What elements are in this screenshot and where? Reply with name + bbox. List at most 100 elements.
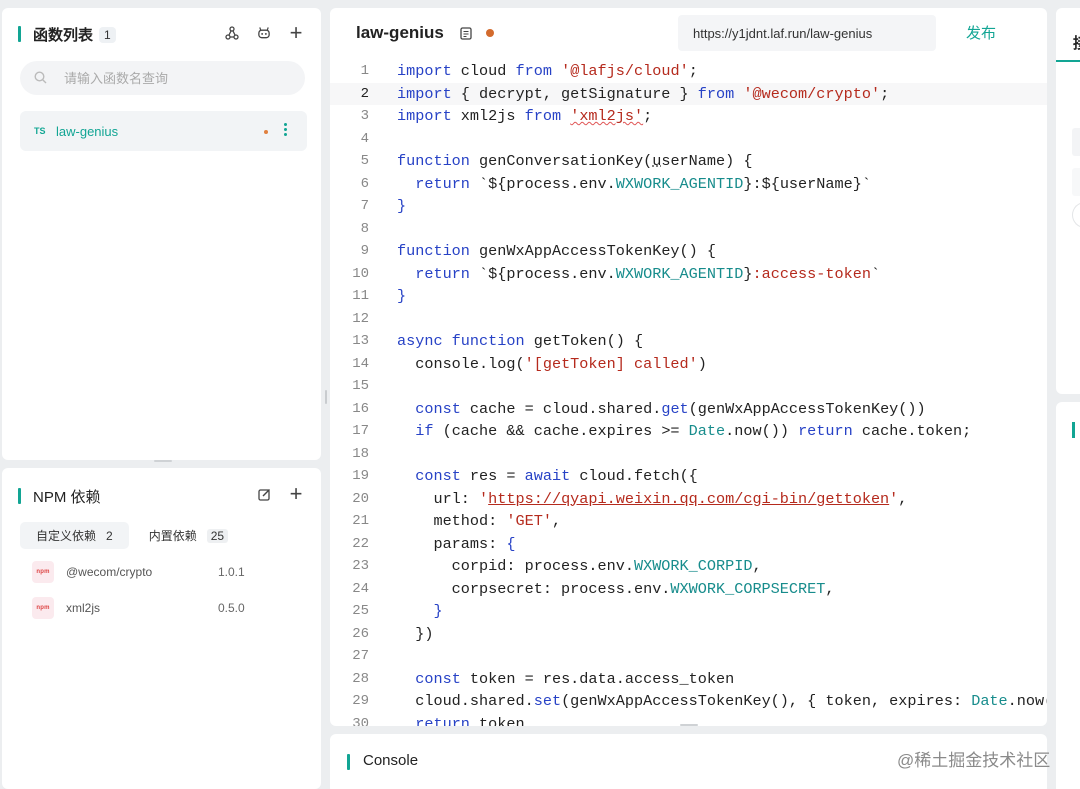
dependency-name: xml2js (66, 601, 100, 615)
code-line: import cloud from '@lafjs/cloud'; (397, 60, 698, 83)
section-accent (1072, 422, 1075, 438)
code-line: return `${process.env.WXWORK_AGENTID}:${… (397, 173, 871, 196)
publish-button[interactable]: 发布 (966, 22, 996, 43)
npm-toolbar: + (257, 485, 303, 503)
right-tab-label[interactable]: 接 (1073, 32, 1080, 53)
line-number: 12 (330, 308, 369, 331)
code-line: return `${process.env.WXWORK_AGENTID}:ac… (397, 263, 880, 286)
line-number: 10 (330, 263, 369, 286)
npm-tabs: 自定义依赖 2 内置依赖 25 (20, 522, 244, 549)
code-line: method: 'GET', (397, 510, 561, 533)
line-number: 20 (330, 488, 369, 511)
dependency-version: 0.5.0 (218, 601, 245, 615)
code-line: function genWxAppAccessTokenKey() { (397, 240, 716, 263)
code-line: import xml2js from 'xml2js'; (397, 105, 652, 128)
line-number: 27 (330, 645, 369, 668)
code-line: const res = await cloud.fetch({ (397, 465, 698, 488)
code-line: cloud.shared.set(genWxAppAccessTokenKey(… (397, 690, 1047, 713)
tab-count: 25 (207, 529, 228, 543)
line-number: 2 (330, 83, 369, 106)
line-number: 5 (330, 150, 369, 173)
line-number: 29 (330, 690, 369, 713)
code-line: if (cache && cache.expires >= Date.now()… (397, 420, 971, 443)
search-icon (34, 71, 48, 85)
file-title: law-genius (356, 23, 444, 43)
share-icon[interactable] (225, 24, 239, 42)
code-line: params: { (397, 533, 516, 556)
line-number: 16 (330, 398, 369, 421)
functions-toolbar: + (225, 24, 303, 42)
function-name: law-genius (56, 124, 118, 139)
function-search-input[interactable] (64, 71, 284, 86)
code-line: }) (397, 623, 433, 646)
dependency-row[interactable]: npm xml2js 0.5.0 (32, 595, 292, 621)
horizontal-resize-handle[interactable] (325, 390, 327, 404)
line-number: 28 (330, 668, 369, 691)
functions-count-badge: 1 (99, 27, 116, 43)
line-number: 14 (330, 353, 369, 376)
section-accent (347, 754, 350, 770)
add-dependency-plus-icon[interactable]: + (289, 485, 303, 503)
code-line: console.log('[getToken] called') (397, 353, 707, 376)
code-line: corpid: process.env.WXWORK_CORPID, (397, 555, 762, 578)
line-number: 4 (330, 128, 369, 151)
line-number: 8 (330, 218, 369, 241)
line-number: 13 (330, 330, 369, 353)
functions-panel: 函数列表 1 + TS law-genius (2, 8, 321, 460)
line-number: 22 (330, 533, 369, 556)
kebab-menu-icon[interactable] (284, 123, 287, 136)
line-number: 11 (330, 285, 369, 308)
dependency-name: @wecom/crypto (66, 565, 152, 579)
right-input-stub[interactable] (1072, 128, 1080, 156)
code-line: async function getToken() { (397, 330, 643, 353)
functions-title: 函数列表 (33, 24, 93, 45)
vertical-resize-handle[interactable] (680, 724, 698, 726)
functions-header: 函数列表 1 (33, 24, 116, 45)
dependency-row[interactable]: npm @wecom/crypto 1.0.1 (32, 559, 292, 585)
line-number: 19 (330, 465, 369, 488)
watermark: @稀土掘金技术社区 (897, 746, 1050, 771)
unsaved-dot-icon (264, 130, 268, 134)
line-number: 1 (330, 60, 369, 83)
function-search[interactable] (20, 61, 305, 95)
line-number: 6 (330, 173, 369, 196)
code-line: import { decrypt, getSignature } from '@… (397, 83, 889, 106)
robot-icon[interactable] (257, 24, 271, 42)
section-accent (18, 488, 21, 504)
console-title: Console (363, 752, 418, 769)
code-line: } (397, 600, 443, 623)
code-line: } (397, 285, 406, 308)
code-line: const cache = cloud.shared.get(genWxAppA… (397, 398, 926, 421)
code-line: corpsecret: process.env.WXWORK_CORPSECRE… (397, 578, 835, 601)
line-number: 15 (330, 375, 369, 398)
code-editor[interactable]: 1 import cloud from '@lafjs/cloud'; 2 impo… (330, 60, 1047, 726)
tab-custom-deps[interactable]: 自定义依赖 2 (20, 522, 129, 549)
unsaved-indicator-dot (486, 29, 494, 37)
npm-icon: npm (32, 561, 54, 583)
add-function-plus-icon[interactable]: + (289, 24, 303, 42)
tab-count: 2 (106, 529, 113, 543)
typescript-tag: TS (34, 126, 56, 136)
tab-label: 自定义依赖 (36, 527, 96, 544)
line-number: 3 (330, 105, 369, 128)
document-icon[interactable] (460, 27, 472, 43)
editor-panel: law-genius https://y1jdnt.laf.run/law-ge… (330, 8, 1047, 726)
line-number: 23 (330, 555, 369, 578)
line-number: 24 (330, 578, 369, 601)
line-number: 25 (330, 600, 369, 623)
code-line: } (397, 195, 406, 218)
npm-title: NPM 依赖 (33, 486, 101, 507)
edit-icon[interactable] (257, 485, 271, 503)
function-url[interactable]: https://y1jdnt.laf.run/law-genius (678, 15, 936, 51)
line-number: 30 (330, 713, 369, 727)
right-button-stub[interactable] (1072, 202, 1080, 228)
dependency-version: 1.0.1 (218, 565, 245, 579)
function-list-item[interactable]: TS law-genius (20, 111, 307, 151)
line-number: 21 (330, 510, 369, 533)
line-number: 7 (330, 195, 369, 218)
vertical-resize-handle[interactable] (154, 460, 172, 462)
tab-builtin-deps[interactable]: 内置依赖 25 (133, 522, 244, 549)
code-line: return token (397, 713, 525, 727)
right-input-stub[interactable] (1072, 168, 1080, 196)
right-panel: 接 (1056, 8, 1080, 394)
